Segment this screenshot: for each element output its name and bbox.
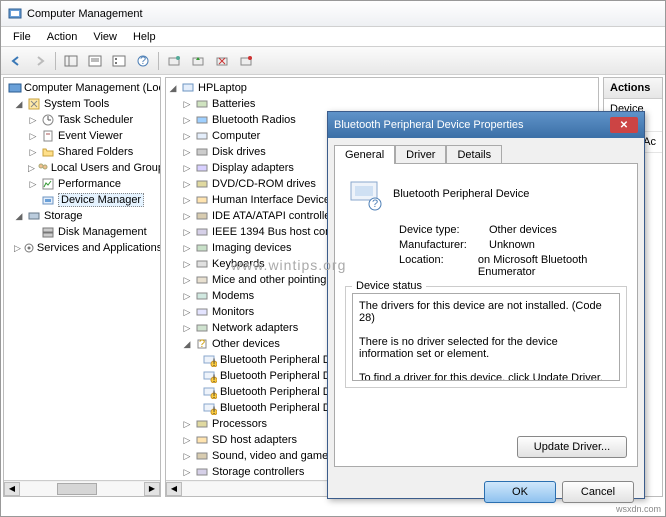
- ok-button[interactable]: OK: [484, 481, 556, 503]
- device-root[interactable]: ◢HPLaptop: [166, 80, 598, 96]
- help-button[interactable]: ?: [132, 50, 154, 72]
- svg-text:!: !: [212, 373, 215, 383]
- tab-body: ? Bluetooth Peripheral Device Device typ…: [334, 163, 638, 467]
- show-hide-tree-button[interactable]: [60, 50, 82, 72]
- dialog-title: Bluetooth Peripheral Device Properties: [334, 119, 524, 131]
- svg-text:?: ?: [140, 55, 146, 67]
- dialog-tabs: General Driver Details: [328, 138, 644, 163]
- left-scrollbar[interactable]: ◀▶: [4, 480, 160, 496]
- tree-root[interactable]: Computer Management (Local: [4, 80, 160, 96]
- scan-button[interactable]: [163, 50, 185, 72]
- label-location: Location:: [399, 254, 478, 278]
- device-status-group: Device status The drivers for this devic…: [345, 286, 627, 388]
- forward-button[interactable]: [29, 50, 51, 72]
- left-pane: Computer Management (Local ◢System Tools…: [3, 77, 161, 497]
- tab-details[interactable]: Details: [446, 145, 502, 164]
- uninstall-button[interactable]: [211, 50, 233, 72]
- label-manufacturer: Manufacturer:: [399, 239, 489, 251]
- tree-shared-folders[interactable]: ▷Shared Folders: [4, 144, 160, 160]
- properties-button[interactable]: [84, 50, 106, 72]
- tree-event-viewer[interactable]: ▷Event Viewer: [4, 128, 160, 144]
- tree-services[interactable]: ▷Services and Applications: [4, 240, 160, 256]
- menu-help[interactable]: Help: [125, 29, 164, 45]
- toolbar: ?: [1, 47, 665, 75]
- actions-header: Actions: [604, 78, 662, 99]
- tab-driver[interactable]: Driver: [395, 145, 446, 164]
- device-category[interactable]: ▷Batteries: [166, 96, 598, 112]
- list-button[interactable]: [108, 50, 130, 72]
- menu-action[interactable]: Action: [39, 29, 86, 45]
- tree-storage[interactable]: ◢Storage: [4, 208, 160, 224]
- label-device-type: Device type:: [399, 224, 489, 236]
- console-tree[interactable]: Computer Management (Local ◢System Tools…: [4, 78, 160, 258]
- menu-view[interactable]: View: [85, 29, 125, 45]
- window-title: Computer Management: [27, 8, 143, 20]
- properties-dialog: Bluetooth Peripheral Device Properties ✕…: [327, 111, 645, 499]
- credit: wsxdn.com: [616, 504, 661, 514]
- disable-button[interactable]: [235, 50, 257, 72]
- status-textbox[interactable]: The drivers for this device are not inst…: [352, 293, 620, 381]
- value-manufacturer: Unknown: [489, 239, 535, 251]
- tab-general[interactable]: General: [334, 145, 395, 164]
- device-name: Bluetooth Peripheral Device: [393, 188, 529, 200]
- back-button[interactable]: [5, 50, 27, 72]
- app-icon: [7, 6, 23, 22]
- value-location: on Microsoft Bluetooth Enumerator: [478, 254, 627, 278]
- status-legend: Device status: [352, 280, 426, 292]
- tree-task-scheduler[interactable]: ▷Task Scheduler: [4, 112, 160, 128]
- update-driver-button[interactable]: Update Driver...: [517, 436, 627, 458]
- value-device-type: Other devices: [489, 224, 557, 236]
- tree-system-tools[interactable]: ◢System Tools: [4, 96, 160, 112]
- svg-text:!: !: [212, 357, 215, 367]
- tree-disk-mgmt[interactable]: Disk Management: [4, 224, 160, 240]
- svg-text:?: ?: [199, 338, 205, 350]
- menubar: File Action View Help: [1, 27, 665, 47]
- close-icon[interactable]: ✕: [610, 117, 638, 133]
- tree-performance[interactable]: ▷Performance: [4, 176, 160, 192]
- svg-text:!: !: [212, 405, 215, 415]
- svg-text:?: ?: [372, 198, 378, 210]
- dialog-buttons: OK Cancel: [328, 473, 644, 511]
- tree-local-users[interactable]: ▷Local Users and Groups: [4, 160, 160, 176]
- menu-file[interactable]: File: [5, 29, 39, 45]
- update-driver-button[interactable]: [187, 50, 209, 72]
- svg-text:!: !: [212, 389, 215, 399]
- dialog-titlebar[interactable]: Bluetooth Peripheral Device Properties ✕: [328, 112, 644, 138]
- window-titlebar: Computer Management: [1, 1, 665, 27]
- device-icon: ?: [345, 174, 385, 214]
- cancel-button[interactable]: Cancel: [562, 481, 634, 503]
- tree-device-manager[interactable]: Device Manager: [4, 192, 160, 208]
